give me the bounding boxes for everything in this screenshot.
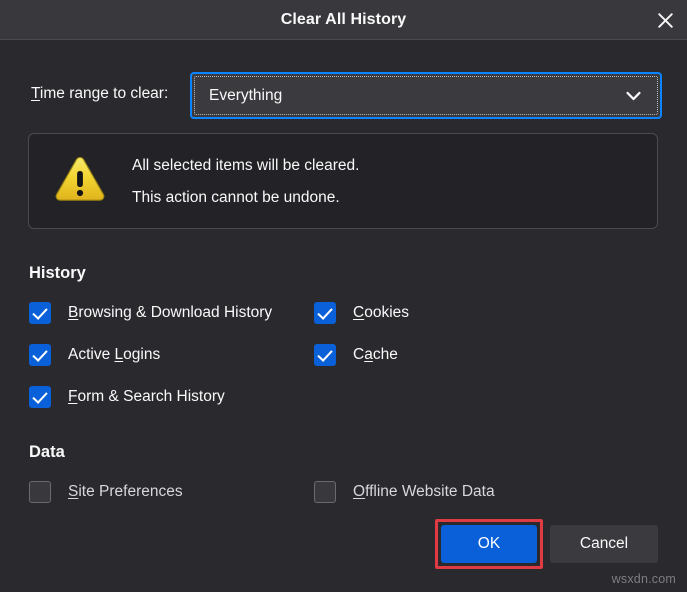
checkbox-browsing-download-history[interactable]: Browsing & Download History <box>29 302 272 324</box>
checkbox-label: Cache <box>353 346 398 364</box>
dialog-title: Clear All History <box>0 0 687 39</box>
checkbox-box-checked[interactable] <box>314 302 336 324</box>
time-range-row: Time range to clear: Everything <box>0 72 687 122</box>
checkbox-label: Browsing & Download History <box>68 304 272 322</box>
checkbox-box-checked[interactable] <box>29 386 51 408</box>
label-accesskey: a <box>364 346 373 363</box>
clear-all-history-dialog: Clear All History Time range to clear: E… <box>0 0 687 592</box>
label-accesskey: L <box>115 346 124 363</box>
label-pre: C <box>353 346 364 363</box>
label-pre: Active <box>68 346 115 363</box>
cancel-button[interactable]: Cancel <box>550 525 658 563</box>
time-range-label-accesskey: T <box>31 85 40 102</box>
time-range-dropdown[interactable]: Everything <box>190 72 662 119</box>
checkbox-form-search-history[interactable]: Form & Search History <box>29 386 225 408</box>
time-range-selected-value: Everything <box>209 77 282 114</box>
label-accesskey: B <box>68 304 78 321</box>
checkbox-box-unchecked[interactable] <box>314 481 336 503</box>
label-rest: rowsing & Download History <box>78 304 272 321</box>
label-rest: ookies <box>364 304 409 321</box>
dialog-titlebar: Clear All History <box>0 0 687 40</box>
warning-panel: All selected items will be cleared. This… <box>28 133 658 229</box>
checkbox-label: Cookies <box>353 304 409 322</box>
checkbox-label: Active Logins <box>68 346 160 364</box>
warning-line-1: All selected items will be cleared. <box>132 150 359 182</box>
checkbox-label: Form & Search History <box>68 388 225 406</box>
checkbox-offline-website-data[interactable]: Offline Website Data <box>314 481 495 503</box>
label-accesskey: S <box>68 483 78 500</box>
warning-line-2: This action cannot be undone. <box>132 182 359 214</box>
checkbox-box-checked[interactable] <box>314 344 336 366</box>
time-range-dropdown-inner: Everything <box>194 76 658 115</box>
checkbox-label: Site Preferences <box>68 483 183 501</box>
label-accesskey: O <box>353 483 365 500</box>
data-section-heading: Data <box>29 443 65 462</box>
label-rest: orm & Search History <box>77 388 224 405</box>
time-range-label-rest: ime range to clear: <box>40 85 168 102</box>
ok-button[interactable]: OK <box>441 525 537 563</box>
label-rest: ogins <box>123 346 160 363</box>
checkbox-cookies[interactable]: Cookies <box>314 302 409 324</box>
chevron-down-icon <box>626 77 641 114</box>
checkbox-box-checked[interactable] <box>29 302 51 324</box>
checkbox-label: Offline Website Data <box>353 483 495 501</box>
label-accesskey: C <box>353 304 364 321</box>
time-range-label: Time range to clear: <box>31 85 168 103</box>
checkbox-box-unchecked[interactable] <box>29 481 51 503</box>
warning-triangle-icon <box>54 154 106 202</box>
close-icon[interactable] <box>651 6 679 34</box>
checkbox-box-checked[interactable] <box>29 344 51 366</box>
warning-text-block: All selected items will be cleared. This… <box>132 150 359 214</box>
label-rest: ffline Website Data <box>365 483 495 500</box>
history-section-heading: History <box>29 264 86 283</box>
checkbox-site-preferences[interactable]: Site Preferences <box>29 481 183 503</box>
label-rest: ite Preferences <box>78 483 182 500</box>
watermark: wsxdn.com <box>612 572 676 586</box>
label-rest: che <box>373 346 398 363</box>
checkbox-cache[interactable]: Cache <box>314 344 398 366</box>
checkbox-active-logins[interactable]: Active Logins <box>29 344 160 366</box>
